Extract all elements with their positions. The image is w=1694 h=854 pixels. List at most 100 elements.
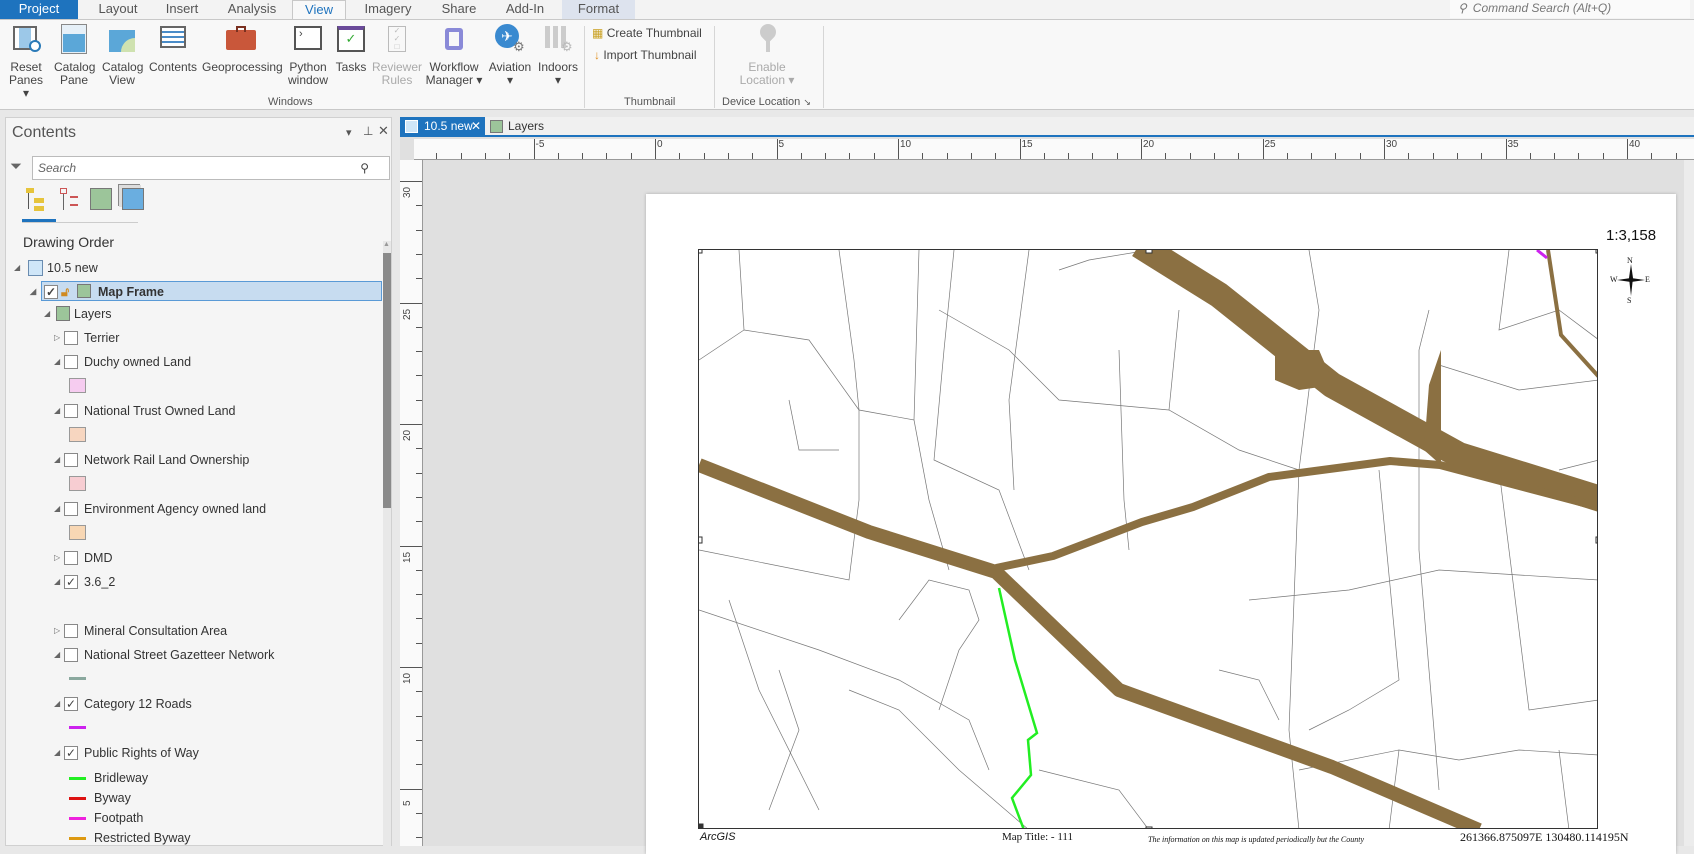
ruler-tick xyxy=(1213,153,1215,159)
vertical-scrollbar[interactable] xyxy=(1684,160,1694,846)
collapse-icon[interactable]: ◢ xyxy=(54,645,60,665)
search-icon: ⚲ xyxy=(360,161,369,175)
collapse-icon[interactable]: ◢ xyxy=(54,694,60,714)
tab-10-5-new[interactable]: 10.5 new ✕ xyxy=(400,117,485,137)
workflow-manager-button[interactable]: Workflow Manager ▾ xyxy=(424,24,484,87)
visibility-checkbox[interactable] xyxy=(64,648,78,662)
enable-location-button[interactable]: Enable Location ▾ xyxy=(732,20,802,87)
contents-button[interactable]: Contents xyxy=(148,24,198,74)
pin-icon[interactable]: ⊥ xyxy=(363,124,373,138)
visibility-checkbox[interactable]: ✓ xyxy=(64,697,78,711)
collapse-icon[interactable]: ◢ xyxy=(54,499,60,519)
tab-layout[interactable]: Layout xyxy=(96,0,140,19)
ruler-tick xyxy=(946,153,948,159)
scale-text[interactable]: 1:3,158 xyxy=(1606,227,1656,244)
aviation-button[interactable]: ✈ ⚙ Aviation ▾ xyxy=(486,24,534,87)
collapse-icon[interactable]: ◢ xyxy=(30,282,36,302)
scrollbar[interactable]: ▲ xyxy=(383,241,391,846)
visibility-checkbox[interactable] xyxy=(64,502,78,516)
collapse-icon[interactable]: ◢ xyxy=(54,352,60,372)
layer-3-6-2[interactable]: ◢ ✓ 3.6_2 xyxy=(54,572,374,592)
layer-category-12-roads[interactable]: ◢ ✓ Category 12 Roads xyxy=(54,694,374,714)
tab-project[interactable]: Project xyxy=(0,0,78,19)
tab-analysis[interactable]: Analysis xyxy=(224,0,280,19)
tab-imagery[interactable]: Imagery xyxy=(360,0,416,19)
layers-node[interactable]: ◢ Layers xyxy=(44,304,344,324)
close-icon[interactable]: ✕ xyxy=(471,117,481,136)
unlock-icon[interactable]: 🔓︎ xyxy=(61,282,69,302)
editing-icon[interactable] xyxy=(122,188,144,210)
ruler-tick xyxy=(1189,153,1191,159)
motorway-verge xyxy=(1275,350,1334,390)
legend-item: Bridleway xyxy=(69,768,269,788)
visibility-checkbox[interactable] xyxy=(64,624,78,638)
map-node[interactable]: ◢ 10.5 new xyxy=(14,258,374,278)
expand-icon[interactable]: ▷ xyxy=(54,548,60,568)
tasks-button[interactable]: ✓ Tasks xyxy=(334,24,368,74)
search-input[interactable]: Search ⚲ xyxy=(32,156,390,180)
layer-public-rights-of-way[interactable]: ◢ ✓ Public Rights of Way xyxy=(54,743,374,763)
collapse-icon[interactable]: ◢ xyxy=(54,450,60,470)
layer-environment-agency-owned-land[interactable]: ◢ Environment Agency owned land xyxy=(54,499,374,519)
expand-icon[interactable]: ▷ xyxy=(54,621,60,641)
reviewer-rules-button[interactable]: ✓ ✓ □ Reviewer Rules xyxy=(372,24,422,87)
layer-terrier[interactable]: ▷ Terrier xyxy=(54,328,374,348)
catalog-pane-button[interactable]: Catalog Pane xyxy=(54,24,95,87)
tab-view[interactable]: View xyxy=(292,0,346,20)
tab-insert[interactable]: Insert xyxy=(160,0,204,19)
visibility-checkbox[interactable] xyxy=(64,331,78,345)
ruler-label: 10 xyxy=(402,672,413,684)
command-search[interactable]: ⚲ Command Search (Alt+Q) xyxy=(1450,0,1690,18)
coordinates-text[interactable]: 261366.875097E 130480.114195N xyxy=(1460,830,1629,845)
pane-menu-icon[interactable]: ▾ xyxy=(346,126,352,139)
create-thumbnail-button[interactable]: ▦ Create Thumbnail xyxy=(592,26,702,40)
tab-share[interactable]: Share xyxy=(436,0,482,19)
map-frame-node[interactable]: ◢ ✓ 🔓︎ Map Frame xyxy=(30,281,382,302)
map-frame[interactable] xyxy=(698,249,1598,829)
visibility-checkbox[interactable] xyxy=(64,404,78,418)
visibility-checkbox[interactable]: ✓ xyxy=(64,575,78,589)
horizontal-ruler[interactable]: -5 0 5 10 15 20 25 30 35 40 xyxy=(414,139,1694,160)
tab-format[interactable]: Format xyxy=(562,0,635,19)
catalog-view-button[interactable]: Catalog View xyxy=(102,24,143,87)
filter-icon[interactable]: ⏷ xyxy=(10,158,22,175)
contents-pane: Contents ▾ ⊥ ✕ ⏷ Search ⚲ Drawing Order … xyxy=(5,117,392,846)
reset-panes-button[interactable]: Reset Panes ▾ xyxy=(6,24,46,100)
geoprocessing-button[interactable]: Geoprocessing xyxy=(202,24,283,74)
layer-national-trust-owned-land[interactable]: ◢ National Trust Owned Land xyxy=(54,401,374,421)
selection-icon[interactable] xyxy=(90,188,112,210)
ruler-tick xyxy=(873,153,875,159)
layer-dmd[interactable]: ▷ DMD xyxy=(54,548,374,568)
collapse-icon[interactable]: ◢ xyxy=(44,304,50,324)
collapse-icon[interactable]: ◢ xyxy=(54,401,60,421)
python-window-button[interactable]: › Python window xyxy=(286,24,330,87)
visibility-checkbox[interactable] xyxy=(64,551,78,565)
close-icon[interactable]: ✕ xyxy=(378,123,389,139)
visibility-checkbox[interactable]: ✓ xyxy=(44,285,58,299)
legend-label: Bridleway xyxy=(94,771,149,785)
visibility-checkbox[interactable] xyxy=(64,453,78,467)
vertical-ruler[interactable]: 30 25 20 15 10 5 xyxy=(400,160,423,846)
collapse-icon[interactable]: ◢ xyxy=(54,743,60,763)
import-thumbnail-button[interactable]: ↓ Import Thumbnail xyxy=(594,48,697,62)
info-text[interactable]: The information on this map is updated p… xyxy=(1148,835,1364,844)
map-title[interactable]: Map Title: - 111 xyxy=(1002,831,1073,843)
indoors-button[interactable]: ⚙ Indoors ▾ xyxy=(536,24,580,87)
arcgis-credit[interactable]: ArcGIS xyxy=(700,831,735,843)
layer-national-street-gazetteer-network[interactable]: ◢ National Street Gazetteer Network xyxy=(54,645,374,665)
visibility-checkbox[interactable] xyxy=(64,355,78,369)
data-source-icon[interactable] xyxy=(58,186,82,212)
ruler-tick xyxy=(1384,139,1385,159)
layer-mineral-consultation-area[interactable]: ▷ Mineral Consultation Area xyxy=(54,621,374,641)
tab-layers[interactable]: Layers xyxy=(488,117,544,137)
ruler-tick xyxy=(416,569,422,571)
layer-duchy-owned-land[interactable]: ◢ Duchy owned Land xyxy=(54,352,374,372)
collapse-icon[interactable]: ◢ xyxy=(14,258,20,278)
tab-add-in[interactable]: Add-In xyxy=(500,0,550,19)
expand-icon[interactable]: ▷ xyxy=(54,328,60,348)
drawing-order-icon[interactable] xyxy=(24,186,50,212)
visibility-checkbox[interactable]: ✓ xyxy=(64,746,78,760)
north-arrow[interactable]: N S W E xyxy=(1610,256,1650,306)
collapse-icon[interactable]: ◢ xyxy=(54,572,60,592)
layer-network-rail-land-ownership[interactable]: ◢ Network Rail Land Ownership xyxy=(54,450,374,470)
